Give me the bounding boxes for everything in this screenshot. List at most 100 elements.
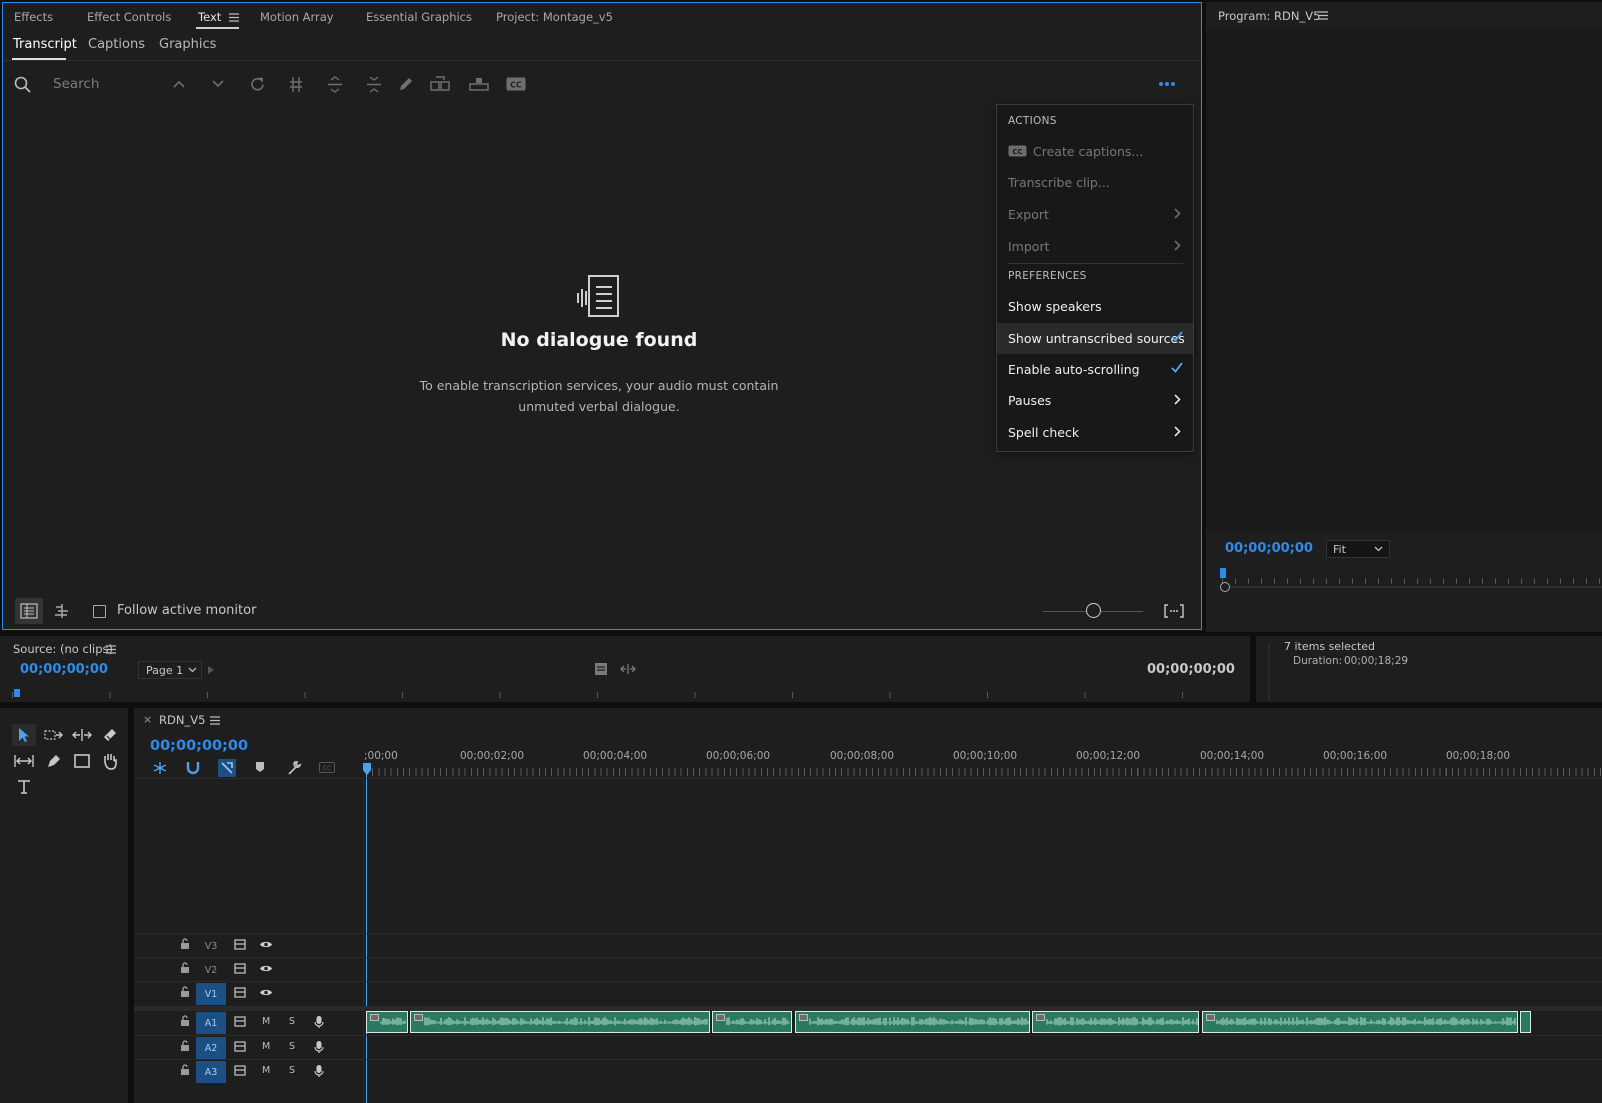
source-ruler[interactable] — [12, 692, 1250, 698]
page-dropdown[interactable]: Page 1 — [138, 661, 202, 679]
sync-lock-icon[interactable] — [234, 963, 246, 974]
expand-vertical-icon[interactable] — [325, 74, 345, 94]
menu-item-show-speakers[interactable]: Show speakers — [997, 291, 1193, 321]
track-v3[interactable]: V3 — [134, 933, 1602, 957]
program-ruler[interactable] — [1222, 578, 1602, 584]
sync-lock-icon[interactable] — [234, 939, 246, 950]
tab-project[interactable]: Project: Montage_v5 — [496, 10, 613, 24]
panel-menu-icon[interactable] — [1318, 11, 1328, 20]
source-timecode[interactable]: 00;00;00;00 — [20, 662, 108, 677]
tab-effect-controls[interactable]: Effect Controls — [87, 10, 171, 24]
mute-button[interactable]: M — [262, 1041, 270, 1052]
pencil-icon[interactable] — [396, 74, 416, 94]
eye-icon[interactable] — [259, 940, 273, 949]
solo-button[interactable]: S — [289, 1041, 295, 1052]
tab-motion-array[interactable]: Motion Array — [260, 10, 334, 24]
menu-item-show-untranscribed[interactable]: Show untranscribed sources — [997, 323, 1193, 354]
audio-clip[interactable] — [366, 1011, 408, 1033]
track-v2[interactable]: V2 — [134, 957, 1602, 981]
rectangle-tool-icon[interactable] — [70, 750, 94, 772]
audio-clip[interactable] — [712, 1011, 792, 1033]
ripple-edit-tool-icon[interactable] — [70, 724, 94, 746]
audio-clip[interactable] — [1202, 1011, 1518, 1033]
sequence-tab[interactable]: RDN_V5 — [159, 713, 205, 727]
zoom-slider-thumb[interactable] — [1086, 603, 1101, 618]
mute-button[interactable]: M — [262, 1016, 270, 1027]
merge-icon[interactable] — [430, 74, 450, 94]
lock-icon[interactable] — [180, 1064, 190, 1076]
menu-item-pauses[interactable]: Pauses — [997, 385, 1193, 415]
tab-graphics[interactable]: Graphics — [159, 37, 216, 52]
snap-icon[interactable] — [186, 761, 200, 775]
lock-icon[interactable] — [180, 1015, 190, 1027]
sync-lock-icon[interactable] — [234, 1041, 246, 1052]
tab-text[interactable]: Text — [198, 10, 221, 24]
track-a3[interactable]: A3 M S — [134, 1059, 1602, 1083]
fit-brackets-icon[interactable] — [1163, 601, 1185, 621]
nest-icon[interactable] — [152, 761, 168, 775]
program-timecode[interactable]: 00;00;00;00 — [1225, 541, 1313, 556]
mute-button[interactable]: M — [262, 1065, 270, 1076]
type-tool-icon[interactable] — [12, 776, 36, 798]
solo-button[interactable]: S — [289, 1065, 295, 1076]
sync-lock-icon[interactable] — [234, 987, 246, 998]
captions-track-icon[interactable]: CC — [319, 762, 335, 773]
track-label-v1[interactable]: V1 — [196, 983, 226, 1005]
track-label-a1[interactable]: A1 — [196, 1012, 226, 1034]
track-label-v2[interactable]: V2 — [196, 959, 226, 981]
lock-icon[interactable] — [180, 986, 190, 998]
linked-selection-icon[interactable] — [218, 759, 236, 777]
solo-button[interactable]: S — [289, 1016, 295, 1027]
fit-dropdown[interactable]: Fit — [1326, 540, 1390, 558]
cc-icon[interactable]: CC — [506, 74, 526, 94]
sync-lock-icon[interactable] — [234, 1065, 246, 1076]
pen-tool-icon[interactable] — [42, 750, 66, 772]
microphone-icon[interactable] — [314, 1064, 324, 1078]
slip-tool-icon[interactable] — [12, 750, 36, 772]
microphone-icon[interactable] — [314, 1040, 324, 1054]
close-sequence-icon[interactable]: × — [143, 713, 152, 726]
panel-menu-icon[interactable] — [106, 645, 116, 654]
menu-item-auto-scrolling[interactable]: Enable auto-scrolling — [997, 354, 1193, 384]
tab-captions[interactable]: Captions — [88, 37, 145, 52]
menu-item-export[interactable]: Export — [997, 199, 1193, 229]
program-playhead[interactable] — [1220, 568, 1226, 578]
hand-tool-icon[interactable] — [98, 750, 122, 772]
track-a2[interactable]: A2 M S — [134, 1035, 1602, 1059]
tab-effects[interactable]: Effects — [14, 10, 53, 24]
audio-clip[interactable] — [410, 1011, 710, 1033]
insert-arrows-icon[interactable] — [620, 663, 636, 675]
align-icon[interactable] — [51, 600, 73, 622]
list-view-icon[interactable] — [15, 598, 43, 624]
panel-menu-icon[interactable] — [229, 12, 239, 22]
program-scrollbar[interactable] — [1230, 586, 1602, 588]
lock-icon[interactable] — [180, 962, 190, 974]
menu-item-transcribe-clip[interactable]: Transcribe clip... — [997, 167, 1193, 197]
split-icon[interactable] — [286, 74, 306, 94]
play-icon[interactable] — [207, 665, 215, 675]
track-select-tool-icon[interactable] — [42, 724, 66, 746]
tab-essential-graphics[interactable]: Essential Graphics — [366, 10, 472, 24]
track-label-v3[interactable]: V3 — [196, 935, 226, 957]
source-playhead[interactable] — [14, 689, 20, 697]
chevron-up-icon[interactable] — [169, 74, 189, 94]
program-zoom-handle[interactable] — [1220, 582, 1230, 592]
track-label-a3[interactable]: A3 — [196, 1061, 226, 1083]
razor-tool-icon[interactable] — [98, 724, 122, 746]
microphone-icon[interactable] — [314, 1015, 324, 1029]
search-input[interactable] — [53, 73, 153, 95]
selection-tool-icon[interactable] — [12, 724, 36, 746]
lock-icon[interactable] — [180, 1040, 190, 1052]
more-options-icon[interactable] — [1157, 74, 1177, 94]
menu-item-create-captions[interactable]: CC Create captions... — [997, 136, 1193, 166]
follow-monitor-checkbox[interactable] — [93, 605, 106, 618]
tab-transcript[interactable]: Transcript — [13, 37, 77, 52]
track-v1[interactable]: V1 — [134, 981, 1602, 1005]
lock-icon[interactable] — [180, 938, 190, 950]
refresh-icon[interactable] — [247, 74, 267, 94]
audio-clip[interactable] — [795, 1011, 1030, 1033]
sync-lock-icon[interactable] — [234, 1016, 246, 1027]
collapse-vertical-icon[interactable] — [364, 74, 384, 94]
timeline-ruler[interactable] — [366, 768, 1602, 776]
eye-icon[interactable] — [259, 964, 273, 973]
